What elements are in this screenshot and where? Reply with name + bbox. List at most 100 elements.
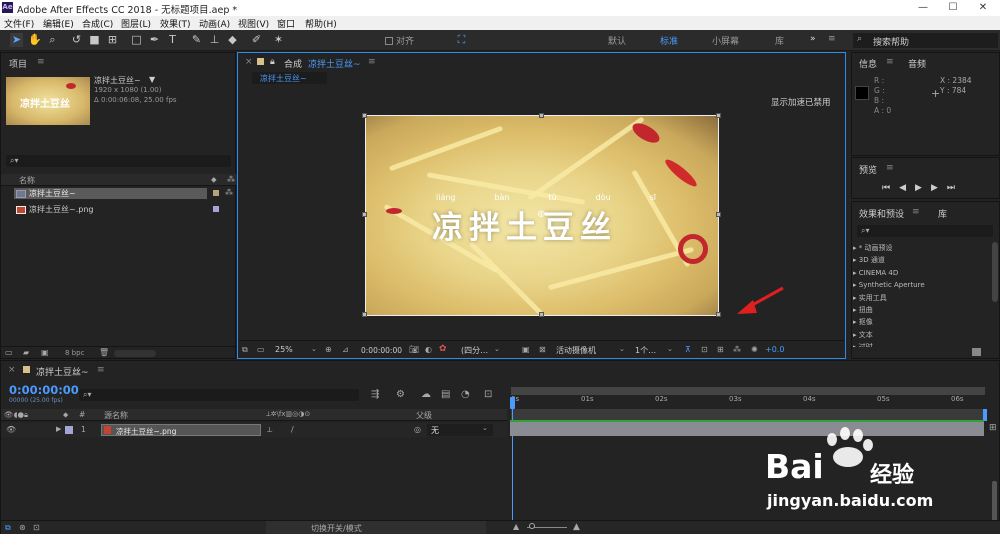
- first-frame-icon[interactable]: ⏮: [882, 183, 899, 193]
- rotate-tool-icon[interactable]: ↺: [70, 33, 83, 47]
- timeline-icon[interactable]: ⊡: [701, 345, 708, 354]
- chevron-down-icon[interactable]: ⌄: [619, 345, 625, 353]
- workspace-standard[interactable]: 标准: [660, 34, 678, 47]
- fast-preview-icon[interactable]: ⊼: [685, 345, 691, 354]
- region-of-interest-icon[interactable]: ▣: [522, 345, 530, 354]
- current-timecode[interactable]: 0:00:00:00: [9, 383, 79, 397]
- transform-handle[interactable]: [362, 113, 367, 118]
- quality-switch-icon[interactable]: /: [291, 425, 294, 434]
- effects-item[interactable]: ▸ * 动画预设: [853, 242, 993, 254]
- panel-menu-icon[interactable]: ≡: [886, 163, 894, 173]
- label-color-swatch[interactable]: [213, 206, 219, 212]
- workspace-more-icon[interactable]: »: [810, 34, 816, 44]
- bpc-label[interactable]: 8 bpc: [65, 349, 84, 357]
- collapse-switch-icon[interactable]: ⟂: [267, 425, 272, 435]
- transform-handle[interactable]: [716, 312, 721, 317]
- project-item[interactable]: 凉拌土豆丝~: [14, 188, 207, 199]
- source-name-header[interactable]: 源名称: [104, 410, 128, 421]
- prev-frame-icon[interactable]: ◀: [899, 183, 915, 193]
- close-tab-icon[interactable]: ×: [245, 57, 253, 67]
- menu-help[interactable]: 帮助(H): [305, 17, 337, 30]
- new-folder-icon[interactable]: ▰: [23, 348, 29, 357]
- chevron-down-icon[interactable]: ⌄: [494, 345, 500, 353]
- transparency-grid-icon[interactable]: ⊠: [539, 345, 546, 354]
- play-icon[interactable]: ▶: [915, 183, 931, 193]
- effects-item[interactable]: ▸ 抠像: [853, 316, 993, 328]
- parent-select[interactable]: 无 ⌄: [427, 424, 493, 436]
- preview-tab[interactable]: 预览: [859, 163, 877, 176]
- panel-menu-icon[interactable]: ≡: [37, 57, 45, 67]
- pen-tool-icon[interactable]: ✒: [148, 33, 161, 47]
- selection-tool-icon[interactable]: ➤: [10, 33, 23, 47]
- channel-icon[interactable]: ✿: [439, 344, 447, 354]
- transform-handle[interactable]: [716, 113, 721, 118]
- lock-icon[interactable]: 🔒︎: [270, 57, 275, 67]
- draft-3d-icon[interactable]: ⚙: [396, 389, 405, 400]
- project-tab[interactable]: 项目: [9, 57, 27, 70]
- zoom-select[interactable]: 25%: [275, 345, 293, 354]
- effects-item[interactable]: ▸ 3D 通道: [853, 254, 993, 266]
- viewer-timecode[interactable]: 0:00:00:00: [361, 346, 402, 355]
- workspace-small-screen[interactable]: 小屏幕: [712, 34, 739, 47]
- align-checkbox[interactable]: [385, 37, 393, 45]
- effects-search-input[interactable]: ⌕▾: [857, 225, 993, 237]
- transform-handle[interactable]: [362, 212, 367, 217]
- transform-handle[interactable]: [539, 113, 544, 118]
- brush-tool-icon[interactable]: ✎: [190, 33, 203, 47]
- menu-effect[interactable]: 效果(T): [160, 17, 191, 30]
- resolution-select[interactable]: (四分…: [461, 345, 488, 356]
- close-tab-icon[interactable]: ×: [8, 365, 16, 375]
- expand-arrow-icon[interactable]: ▶: [56, 425, 61, 433]
- workspace-menu-icon[interactable]: ≡: [828, 34, 836, 44]
- effects-scrollbar[interactable]: [992, 242, 998, 302]
- monitor-icon[interactable]: ▭: [257, 345, 265, 354]
- effects-item[interactable]: ▸ 扭曲: [853, 304, 993, 316]
- trash-icon[interactable]: 🗑: [99, 348, 109, 357]
- workspace-library[interactable]: 库: [775, 34, 784, 47]
- info-tab[interactable]: 信息: [859, 57, 877, 70]
- text-tool-icon[interactable]: T: [166, 33, 179, 47]
- interpret-footage-icon[interactable]: ▭: [5, 348, 13, 357]
- graph-editor-icon[interactable]: ⊡: [484, 389, 492, 400]
- rectangle-tool-icon[interactable]: □: [130, 33, 143, 47]
- visibility-eye-icon[interactable]: 👁: [6, 425, 16, 434]
- views-select[interactable]: 1个…: [635, 345, 656, 356]
- close-icon[interactable]: ✕: [968, 0, 998, 16]
- work-area-bar[interactable]: [511, 387, 985, 395]
- effects-item[interactable]: ▸ CINEMA 4D: [853, 267, 993, 279]
- camera-tool-icon[interactable]: ■: [88, 33, 101, 47]
- timeline-tab[interactable]: 凉拌土豆丝~: [36, 365, 89, 378]
- zoom-in-icon[interactable]: ▲: [573, 522, 580, 532]
- transform-handle[interactable]: [716, 212, 721, 217]
- pick-whip-icon[interactable]: ◎: [414, 425, 421, 434]
- frame-blending-icon[interactable]: ▤: [441, 389, 450, 400]
- type-column-icon[interactable]: ⁂: [227, 175, 235, 184]
- panel-menu-icon[interactable]: ≡: [886, 57, 894, 67]
- effects-item[interactable]: ▸ 过时: [853, 341, 993, 347]
- menu-view[interactable]: 视图(V): [238, 17, 269, 30]
- shy-icon[interactable]: ☁: [421, 389, 431, 400]
- next-frame-icon[interactable]: ▶: [931, 183, 947, 193]
- layer-switches-icon[interactable]: ⧉: [5, 523, 11, 533]
- new-preset-icon[interactable]: [972, 348, 981, 356]
- show-snapshot-icon[interactable]: ◐: [425, 345, 432, 354]
- time-ruler[interactable]: 0s 01s 02s 03s 04s 05s 06s: [511, 395, 991, 407]
- project-search-input[interactable]: ⌕▾: [6, 155, 231, 167]
- exposure-icon[interactable]: ✺: [751, 345, 758, 354]
- toggle-switches-modes[interactable]: 切换开关/模式: [266, 521, 486, 534]
- comp-flowchart-icon[interactable]: ⊞: [717, 345, 724, 354]
- exposure-value[interactable]: +0.0: [765, 345, 784, 354]
- chevron-down-icon[interactable]: ⌄: [311, 345, 317, 353]
- audio-tab[interactable]: 音频: [908, 57, 926, 70]
- eraser-tool-icon[interactable]: ◆: [226, 33, 239, 47]
- effects-item[interactable]: ▸ 实用工具: [853, 292, 993, 304]
- menu-animation[interactable]: 动画(A): [199, 17, 230, 30]
- breadcrumb[interactable]: 凉拌土豆丝~: [252, 72, 327, 84]
- maximize-icon[interactable]: ☐: [938, 0, 968, 16]
- layer-label-swatch[interactable]: [65, 426, 73, 434]
- last-frame-icon[interactable]: ⏭: [947, 183, 964, 193]
- pan-behind-tool-icon[interactable]: ⊞: [106, 33, 119, 47]
- transfer-controls-icon[interactable]: ⊛: [19, 523, 26, 532]
- menu-edit[interactable]: 编辑(E): [43, 17, 74, 30]
- zoom-slider-thumb[interactable]: [529, 523, 535, 529]
